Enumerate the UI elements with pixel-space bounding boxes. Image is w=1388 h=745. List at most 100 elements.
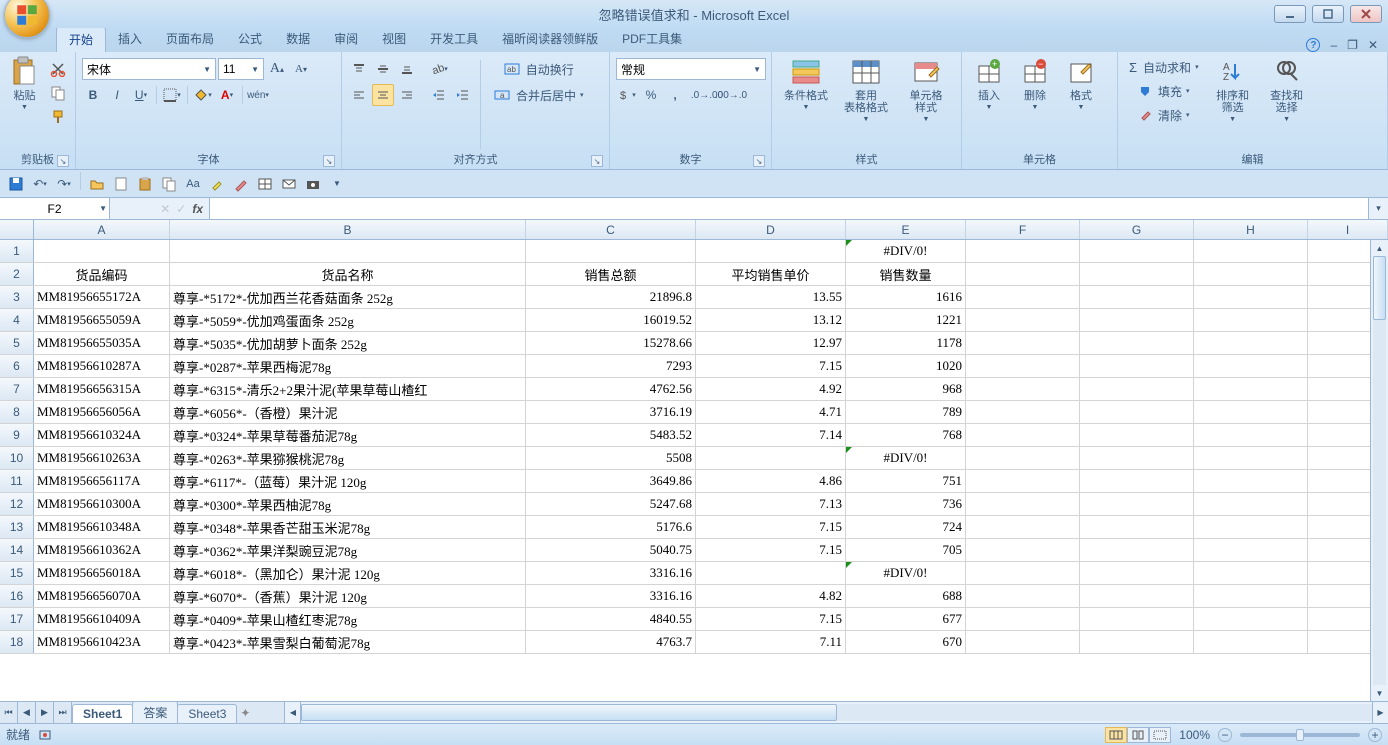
cell-B8[interactable]: 尊享-*6056*-（香橙）果汁泥 (170, 401, 526, 423)
cell-C16[interactable]: 3316.16 (526, 585, 696, 607)
cell-G6[interactable] (1080, 355, 1194, 377)
cell-A2[interactable]: 货品编码 (34, 263, 170, 285)
cell-D5[interactable]: 12.97 (696, 332, 846, 354)
cell-A4[interactable]: MM81956655059A (34, 309, 170, 331)
ribbon-tab-5[interactable]: 审阅 (322, 26, 370, 52)
cell-B16[interactable]: 尊享-*6070*-（香蕉）果汁泥 120g (170, 585, 526, 607)
cell-E6[interactable]: 1020 (846, 355, 966, 377)
italic-button[interactable]: I (106, 84, 128, 106)
percent-button[interactable]: % (640, 84, 662, 106)
cell-B17[interactable]: 尊享-*0409*-苹果山楂红枣泥78g (170, 608, 526, 630)
ribbon-tab-8[interactable]: 福昕阅读器领鲜版 (490, 26, 610, 52)
cell-A17[interactable]: MM81956610409A (34, 608, 170, 630)
delete-cells-button[interactable]: −删除▼ (1014, 54, 1056, 113)
cell-H12[interactable] (1194, 493, 1308, 515)
cell-F5[interactable] (966, 332, 1080, 354)
cell-H14[interactable] (1194, 539, 1308, 561)
row-header[interactable]: 1 (0, 240, 34, 262)
cell-E14[interactable]: 705 (846, 539, 966, 561)
qat-save-icon[interactable] (6, 174, 26, 194)
cell-F10[interactable] (966, 447, 1080, 469)
cell-C2[interactable]: 销售总额 (526, 263, 696, 285)
row-header[interactable]: 2 (0, 263, 34, 285)
cell-B5[interactable]: 尊享-*5035*-优加胡萝卜面条 252g (170, 332, 526, 354)
scroll-down-icon[interactable]: ▼ (1371, 685, 1388, 701)
sheet-tab-0[interactable]: Sheet1 (72, 704, 133, 723)
qat-customize-icon[interactable]: ▼ (327, 174, 347, 194)
cell-B9[interactable]: 尊享-*0324*-苹果草莓番茄泥78g (170, 424, 526, 446)
cell-B2[interactable]: 货品名称 (170, 263, 526, 285)
decrease-decimal-button[interactable]: .00→.0 (720, 84, 742, 106)
cell-C6[interactable]: 7293 (526, 355, 696, 377)
cell-F9[interactable] (966, 424, 1080, 446)
cell-F12[interactable] (966, 493, 1080, 515)
scroll-thumb[interactable] (1373, 256, 1386, 320)
cell-B7[interactable]: 尊享-*6315*-清乐2+2果汁泥(苹果草莓山楂红 (170, 378, 526, 400)
cell-A9[interactable]: MM81956610324A (34, 424, 170, 446)
cell-A14[interactable]: MM81956610362A (34, 539, 170, 561)
font-name-combo[interactable]: 宋体▼ (82, 58, 216, 80)
name-box[interactable]: F2▼ (0, 198, 110, 219)
qat-highlight-icon[interactable] (207, 174, 227, 194)
first-sheet-button[interactable]: ⏮ (0, 702, 18, 723)
increase-indent-button[interactable] (452, 84, 474, 106)
column-header-C[interactable]: C (526, 220, 696, 239)
zoom-in-button[interactable]: + (1368, 728, 1382, 742)
cell-E16[interactable]: 688 (846, 585, 966, 607)
column-header-I[interactable]: I (1308, 220, 1388, 239)
column-header-A[interactable]: A (34, 220, 170, 239)
page-layout-view-button[interactable] (1127, 727, 1149, 743)
cell-B11[interactable]: 尊享-*6117*-（蓝莓）果汁泥 120g (170, 470, 526, 492)
row-header[interactable]: 4 (0, 309, 34, 331)
cell-E10[interactable]: #DIV/0! (846, 447, 966, 469)
cell-A10[interactable]: MM81956610263A (34, 447, 170, 469)
cell-D17[interactable]: 7.15 (696, 608, 846, 630)
scroll-left-icon[interactable]: ◀ (285, 702, 301, 723)
cell-C18[interactable]: 4763.7 (526, 631, 696, 653)
sort-filter-button[interactable]: AZ排序和 筛选▼ (1208, 54, 1258, 125)
column-header-F[interactable]: F (966, 220, 1080, 239)
cell-C8[interactable]: 3716.19 (526, 401, 696, 423)
cell-E5[interactable]: 1178 (846, 332, 966, 354)
ribbon-tab-6[interactable]: 视图 (370, 26, 418, 52)
cell-C12[interactable]: 5247.68 (526, 493, 696, 515)
cell-E15[interactable]: #DIV/0! (846, 562, 966, 584)
border-button[interactable]: ▾ (161, 84, 183, 106)
cell-H7[interactable] (1194, 378, 1308, 400)
cell-G16[interactable] (1080, 585, 1194, 607)
qat-uppercase-icon[interactable]: Aa (183, 174, 203, 194)
cell-A11[interactable]: MM81956656117A (34, 470, 170, 492)
cell-D6[interactable]: 7.15 (696, 355, 846, 377)
close-doc-icon[interactable]: ✕ (1368, 38, 1378, 52)
cell-A16[interactable]: MM81956656070A (34, 585, 170, 607)
cell-B18[interactable]: 尊享-*0423*-苹果雪梨白葡萄泥78g (170, 631, 526, 653)
cell-E13[interactable]: 724 (846, 516, 966, 538)
comma-style-button[interactable]: , (664, 84, 686, 106)
cell-F16[interactable] (966, 585, 1080, 607)
sheet-tab-2[interactable]: Sheet3 (177, 704, 237, 723)
format-cells-button[interactable]: 格式▼ (1060, 54, 1102, 113)
merge-center-button[interactable]: a合并后居中▾ (487, 84, 591, 106)
find-select-button[interactable]: 查找和 选择▼ (1262, 54, 1312, 125)
qat-pencil-icon[interactable] (231, 174, 251, 194)
restore-window-icon[interactable]: ❐ (1347, 38, 1358, 52)
format-as-table-button[interactable]: 套用 表格格式▼ (838, 54, 894, 125)
align-top-button[interactable] (348, 58, 370, 80)
cell-F14[interactable] (966, 539, 1080, 561)
cell-F4[interactable] (966, 309, 1080, 331)
close-button[interactable] (1350, 5, 1382, 23)
select-all-corner[interactable] (0, 220, 34, 239)
vertical-scrollbar[interactable]: ▲ ▼ (1370, 240, 1388, 701)
cut-button[interactable] (47, 58, 69, 80)
cell-D1[interactable] (696, 240, 846, 262)
cell-G2[interactable] (1080, 263, 1194, 285)
cell-G3[interactable] (1080, 286, 1194, 308)
cell-D11[interactable]: 4.86 (696, 470, 846, 492)
row-header[interactable]: 7 (0, 378, 34, 400)
cell-E17[interactable]: 677 (846, 608, 966, 630)
cell-H18[interactable] (1194, 631, 1308, 653)
row-header[interactable]: 5 (0, 332, 34, 354)
cell-F1[interactable] (966, 240, 1080, 262)
cell-E4[interactable]: 1221 (846, 309, 966, 331)
cell-F11[interactable] (966, 470, 1080, 492)
